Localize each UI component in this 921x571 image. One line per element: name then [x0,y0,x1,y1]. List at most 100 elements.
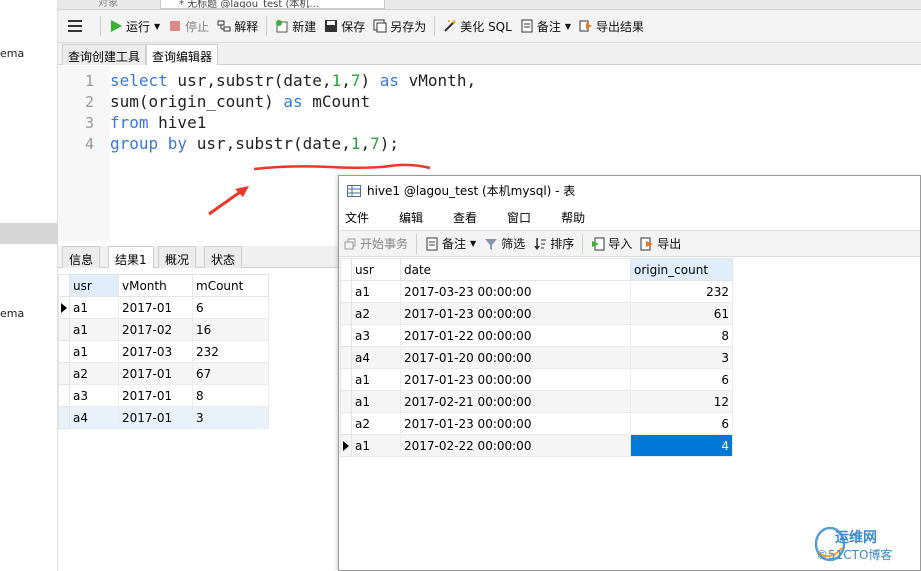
table-cell[interactable]: a3 [351,324,401,347]
table-row[interactable]: a1 2017-02 16 [58,318,269,341]
code-line[interactable]: select usr,substr(date,1,7) as vMonth, [110,71,476,90]
table-row[interactable]: a1 2017-03-23 00:00:00 232 [340,280,733,303]
table-row[interactable]: a1 2017-02-21 00:00:00 12 [340,390,733,413]
filter-button[interactable]: 筛选 [480,232,529,256]
table-cell[interactable]: 232 [630,280,733,303]
table-cell[interactable]: 2017-01-23 00:00:00 [400,302,631,325]
row-header[interactable] [58,362,70,385]
table-row[interactable]: a2 2017-01-23 00:00:00 6 [340,412,733,435]
table-cell[interactable]: 2017-01-20 00:00:00 [400,346,631,369]
tab-status[interactable]: 状态 [204,246,243,268]
window-note-button[interactable]: 备注 ▼ [421,232,480,256]
stop-button[interactable]: 停止 [164,14,213,38]
table-cell[interactable]: a1 [351,280,401,303]
table-row[interactable]: a3 2017-01 8 [58,384,269,407]
table-row[interactable]: a1 2017-01-23 00:00:00 6 [340,368,733,391]
column-header[interactable]: mCount [192,274,269,297]
table-cell[interactable]: 2017-01 [118,362,193,385]
table-row[interactable]: a4 2017-01 3 [58,406,269,429]
note-button[interactable]: 备注 ▼ [516,14,575,38]
table-row[interactable]: a2 2017-01-23 00:00:00 61 [340,302,733,325]
table-cell[interactable]: 12 [630,390,733,413]
code-line[interactable]: from hive1 [110,113,206,132]
table-cell[interactable]: 2017-02-22 00:00:00 [400,434,631,457]
window-title-bar[interactable]: hive1 @lagou_test (本机mysql) - 表 [339,176,920,205]
menu-help[interactable]: 帮助 [555,209,597,226]
table-cell[interactable]: 6 [630,412,733,435]
table-row[interactable]: a1 2017-03 232 [58,340,269,363]
table-cell[interactable]: 3 [192,406,269,429]
window-export-button[interactable]: 导出 [636,232,685,256]
tab-info[interactable]: 信息 [62,246,101,268]
table-cell[interactable]: a2 [69,362,119,385]
row-header[interactable] [58,384,70,407]
row-header[interactable] [340,346,352,369]
row-header[interactable] [340,280,352,303]
table-cell[interactable]: 2017-01-22 00:00:00 [400,324,631,347]
explain-button[interactable]: 解释 [213,14,262,38]
table-cell[interactable]: 232 [192,340,269,363]
row-header[interactable] [340,302,352,325]
tab-result1[interactable]: 结果1 [108,246,154,268]
table-cell[interactable]: 2017-02 [118,318,193,341]
column-header[interactable]: origin_count [630,258,733,281]
table-cell[interactable]: 6 [630,368,733,391]
table-cell[interactable]: a1 [69,296,119,319]
table-cell[interactable]: 2017-02-21 00:00:00 [400,390,631,413]
table-cell[interactable]: 2017-01-23 00:00:00 [400,368,631,391]
begin-transaction-button[interactable]: 开始事务 [339,232,412,256]
tree-item-label[interactable]: ema [0,47,24,60]
table-cell[interactable]: 2017-01 [118,406,193,429]
tree-selection[interactable] [0,223,58,244]
table-cell[interactable]: 8 [630,324,733,347]
table-cell[interactable]: 2017-01-23 00:00:00 [400,412,631,435]
table-row[interactable]: a1 2017-01 6 [58,296,269,319]
menu-edit[interactable]: 编辑 [393,209,435,226]
table-cell[interactable]: a4 [69,406,119,429]
table-cell[interactable]: 16 [192,318,269,341]
table-cell[interactable]: a1 [351,368,401,391]
table-cell[interactable]: a3 [69,384,119,407]
result-grid[interactable]: usr vMonth mCount a1 2017-01 6 a1 2017-02 16 a… [58,274,269,429]
row-header[interactable] [340,324,352,347]
table-cell[interactable]: 6 [192,296,269,319]
table-cell[interactable]: a1 [351,434,401,457]
table-cell[interactable]: a2 [351,412,401,435]
export-result-button[interactable]: 导出结果 [575,14,648,38]
tab-query[interactable]: * 无标题 @lagou_test (本机... [160,0,385,9]
table-cell[interactable]: 3 [630,346,733,369]
table-cell[interactable]: 8 [192,384,269,407]
beautify-sql-button[interactable]: 美化 SQL [439,14,516,38]
row-header[interactable] [58,296,70,319]
chevron-down-icon[interactable]: ▼ [154,22,160,31]
tab-profile[interactable]: 概况 [158,246,197,268]
table-cell[interactable]: 4 [630,434,733,457]
table-data-grid[interactable]: usr date origin_count a1 2017-03-23 00:00… [340,258,733,457]
table-row[interactable]: a2 2017-01 67 [58,362,269,385]
tab-query-editor[interactable]: 查询编辑器 [146,44,219,65]
table-viewer-window[interactable]: hive1 @lagou_test (本机mysql) - 表 文件 编辑 查看… [338,175,921,571]
table-row[interactable]: a1 2017-02-22 00:00:00 4 [340,434,733,457]
chevron-down-icon[interactable]: ▼ [565,22,571,31]
tab-query-builder[interactable]: 查询创建工具 [62,44,147,65]
chevron-down-icon[interactable]: ▼ [470,239,476,248]
menu-window[interactable]: 窗口 [501,209,543,226]
row-header[interactable] [340,434,352,457]
sort-button[interactable]: 排序 [529,232,578,256]
code-line[interactable]: sum(origin_count) as mCount [110,92,370,111]
table-cell[interactable]: a1 [69,318,119,341]
column-header[interactable]: date [400,258,631,281]
menu-file[interactable]: 文件 [339,209,381,226]
row-header[interactable] [340,412,352,435]
row-header[interactable] [340,390,352,413]
save-button[interactable]: 保存 [320,14,369,38]
import-button[interactable]: 导入 [587,232,636,256]
table-cell[interactable]: a1 [69,340,119,363]
table-cell[interactable]: 2017-03 [118,340,193,363]
table-cell[interactable]: 2017-01 [118,384,193,407]
table-cell[interactable]: 2017-03-23 00:00:00 [400,280,631,303]
table-cell[interactable]: a2 [351,302,401,325]
table-row[interactable]: a4 2017-01-20 00:00:00 3 [340,346,733,369]
row-header[interactable] [58,340,70,363]
column-header[interactable]: usr [351,258,401,281]
